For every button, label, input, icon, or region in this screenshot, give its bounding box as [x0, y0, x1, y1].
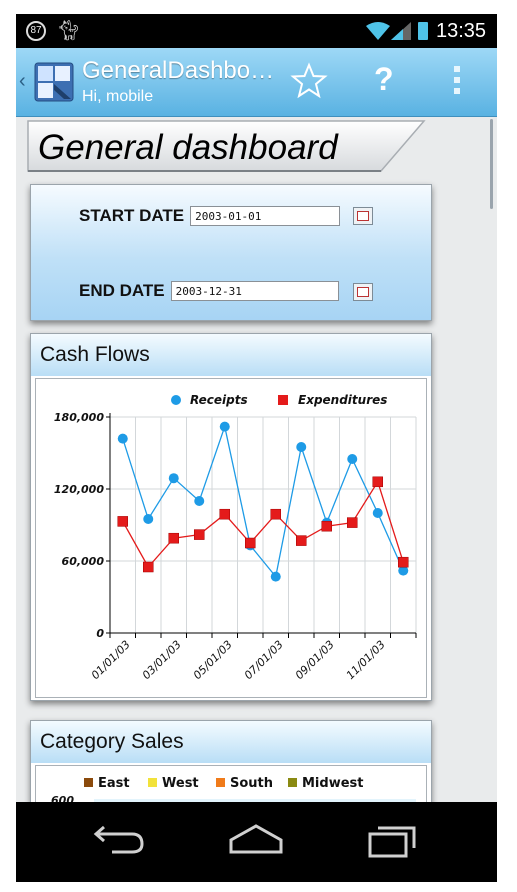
cash-flows-chart-box: 0 60,000 120,000 180,000 01/01/03 03/01/03 05/… — [35, 378, 427, 698]
legend-west-marker — [148, 778, 157, 787]
receipts-point — [194, 496, 205, 506]
cash-flows-chart: 0 60,000 120,000 180,000 01/01/03 03/01/03 05/… — [54, 393, 417, 682]
home-icon[interactable] — [226, 822, 286, 858]
end-date-row: END DATE 2003-12-31 — [79, 281, 339, 301]
legend-midwest-marker — [288, 778, 297, 787]
phone-screen: 87 🐈︎ 13:35 ‹ GeneralDashbo… Hi, mobile … — [16, 14, 497, 882]
receipts-point — [296, 442, 307, 452]
battery-icon — [418, 22, 428, 40]
expenditures-point — [168, 532, 179, 544]
y-tick-label: 0 — [96, 627, 104, 640]
end-date-label: END DATE — [79, 281, 165, 300]
expenditures-point — [372, 476, 383, 488]
help-icon[interactable]: ? — [374, 61, 394, 98]
expenditures-point — [321, 520, 332, 532]
expenditures-point — [270, 508, 281, 520]
y-tick-label: 180,000 — [54, 411, 104, 424]
date-filter-panel: START DATE 2003-01-01 END DATE 2003-12-3… — [30, 184, 432, 321]
receipts-point — [270, 571, 281, 582]
x-tick-label: 03/01/03 — [140, 638, 184, 682]
wifi-icon — [366, 22, 390, 40]
y-tick-label: 120,000 — [54, 483, 104, 496]
app-logo-icon[interactable] — [34, 62, 74, 102]
user-greeting: Hi, mobile — [82, 88, 154, 105]
end-date-input[interactable]: 2003-12-31 — [170, 281, 339, 301]
overflow-menu-icon[interactable] — [454, 66, 460, 99]
status-bar: 87 🐈︎ 13:35 — [16, 14, 497, 48]
expenditures-point — [398, 556, 409, 568]
page-title: General dashboard — [38, 128, 338, 167]
expenditures-point — [117, 516, 128, 527]
category-sales-header: Category Sales — [31, 721, 431, 763]
start-date-row: START DATE 2003-01-01 — [79, 206, 341, 226]
legend-east-marker — [84, 778, 93, 787]
legend-expenditures-label: Expenditures — [298, 393, 387, 407]
end-date-calendar-icon[interactable] — [353, 283, 373, 301]
up-caret-icon[interactable]: ‹ — [19, 70, 26, 93]
legend-south-label: South — [230, 776, 273, 791]
legend-receipts-label: Receipts — [190, 393, 248, 407]
start-date-calendar-icon[interactable] — [353, 207, 373, 225]
expenditures-point — [143, 561, 154, 573]
cash-flows-title: Cash Flows — [40, 343, 150, 366]
y-tick-label: 60,000 — [62, 555, 105, 568]
expenditures-point — [296, 535, 307, 546]
legend-south-marker — [216, 778, 225, 787]
legend-west-label: West — [162, 776, 199, 791]
x-tick-label: 05/01/03 — [191, 638, 235, 682]
category-sales-title: Category Sales — [40, 730, 184, 753]
app-title: GeneralDashbo… — [82, 57, 275, 84]
start-date-input[interactable]: 2003-01-01 — [190, 206, 341, 226]
receipts-point — [143, 514, 154, 524]
cash-flows-header: Cash Flows — [31, 334, 431, 376]
expenditures-point — [347, 517, 358, 528]
x-tick-label: 07/01/03 — [242, 638, 286, 682]
receipts-point — [347, 454, 358, 464]
receipts-point — [168, 473, 179, 484]
cell-signal-icon — [391, 22, 411, 40]
x-tick-label: 01/01/03 — [89, 638, 133, 682]
scrollbar[interactable] — [490, 119, 493, 209]
start-date-label: START DATE — [79, 206, 185, 225]
recent-apps-icon[interactable] — [362, 822, 422, 858]
receipts-point — [117, 433, 128, 444]
expenditures-point — [245, 537, 256, 549]
cat-notification-icon: 🐈︎ — [56, 20, 82, 42]
action-bar: ‹ GeneralDashbo… Hi, mobile ? — [16, 48, 497, 117]
back-icon[interactable] — [88, 822, 148, 858]
favorite-star-icon[interactable] — [290, 62, 328, 100]
cash-flows-panel: Cash Flows 0 60,000 120,000 180,000 01/01/03… — [30, 333, 432, 701]
legend-receipts-marker — [171, 395, 181, 405]
legend-expenditures-marker — [278, 395, 288, 405]
expenditures-point — [219, 508, 230, 520]
expenditures-point — [194, 529, 205, 540]
x-tick-label: 11/01/03 — [344, 638, 388, 682]
navigation-bar — [16, 802, 497, 882]
receipts-point — [219, 421, 230, 432]
receipts-point — [372, 508, 383, 518]
legend-east-label: East — [98, 776, 130, 791]
clock: 13:35 — [436, 20, 487, 42]
x-tick-label: 09/01/03 — [293, 638, 337, 682]
dashboard-banner: General dashboard — [26, 118, 426, 175]
notification-count-badge: 87 — [26, 21, 46, 41]
legend-midwest-label: Midwest — [302, 776, 363, 791]
